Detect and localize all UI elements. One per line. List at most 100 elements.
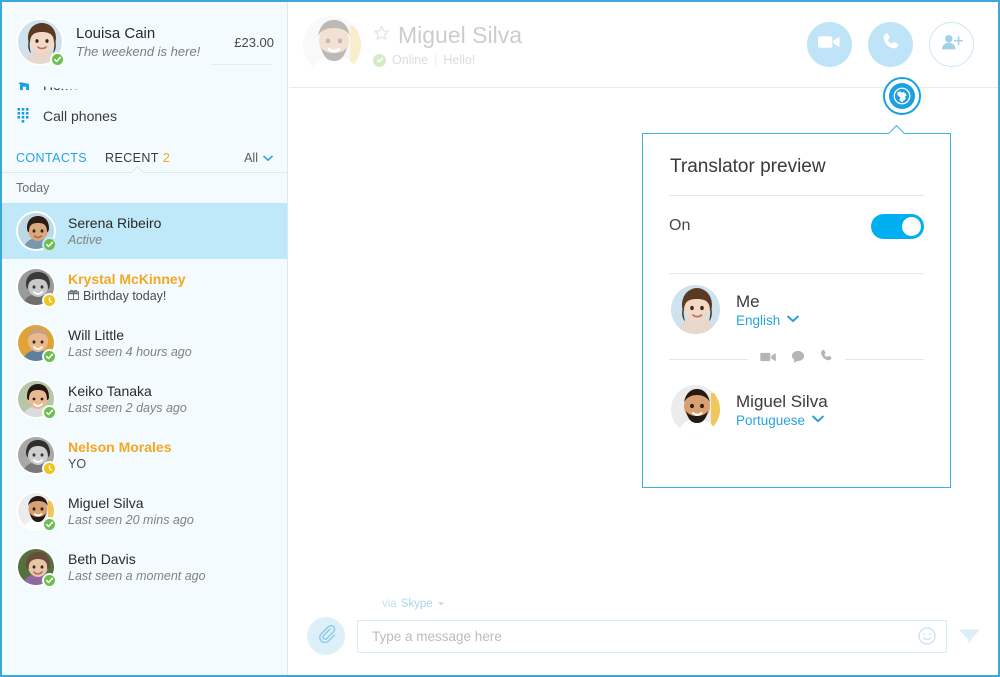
translator-contact-language-value: Portuguese — [736, 412, 806, 428]
translator-me-language-value: English — [736, 312, 781, 328]
chevron-down-icon — [812, 414, 824, 426]
translator-contact-language-dropdown[interactable]: Portuguese — [736, 413, 828, 428]
translator-me-row: Me English — [643, 274, 950, 344]
avatar[interactable] — [16, 18, 65, 67]
divider-line-left — [669, 358, 748, 360]
paperclip-icon — [317, 624, 336, 648]
tab-recent-badge: 2 — [162, 151, 171, 165]
avatar — [16, 267, 57, 308]
tab-recent[interactable]: RECENT 2 — [105, 151, 170, 165]
translator-mode-icons — [748, 349, 845, 369]
tab-contacts[interactable]: CONTACTS — [16, 151, 87, 165]
translator-toggle-label: On — [669, 217, 691, 234]
list-item[interactable]: Krystal McKinney Birthday today! — [2, 259, 287, 315]
sidebar-item-call-phones-label: Call phones — [43, 107, 117, 124]
skype-credit-balance[interactable]: £23.00 — [234, 35, 274, 50]
list-item[interactable]: Will Little Last seen 4 hours ago — [2, 315, 287, 371]
avatar — [16, 211, 57, 252]
sidebar: Louisa Cain The weekend is here! £23.00 … — [2, 2, 288, 675]
video-camera-icon[interactable] — [760, 350, 777, 368]
translator-toggle-switch[interactable] — [871, 213, 924, 239]
message-composer: via Skype — [289, 591, 998, 675]
contact-status: Last seen 4 hours ago — [68, 344, 192, 359]
translator-on-row: On — [643, 196, 950, 256]
phone-icon[interactable] — [819, 349, 833, 369]
tab-recent-label: RECENT — [105, 151, 159, 165]
attach-file-button[interactable] — [307, 617, 345, 655]
avatar — [16, 491, 57, 532]
day-separator: Today — [16, 181, 50, 195]
send-via-dropdown[interactable]: via Skype — [382, 598, 445, 610]
translator-toggle-button[interactable] — [883, 77, 921, 115]
add-people-button[interactable] — [929, 22, 974, 67]
chat-header: Miguel Silva Online | Hello! — [289, 2, 998, 88]
contact-status: Birthday today! — [68, 288, 185, 305]
toggle-knob — [902, 216, 921, 236]
avatar — [669, 382, 722, 436]
status-separator: | — [434, 53, 438, 67]
translator-me-language-dropdown[interactable]: English — [736, 312, 800, 328]
list-filter-label: All — [244, 151, 258, 165]
presence-online-icon — [42, 517, 57, 532]
my-profile-row[interactable]: Louisa Cain The weekend is here! £23.00 — [2, 10, 287, 74]
list-item[interactable]: Nelson Morales YO — [2, 427, 287, 483]
chat-contact-mood: Hello! — [443, 53, 476, 67]
list-item[interactable]: Miguel Silva Last seen 20 mins ago — [2, 483, 287, 539]
phone-icon — [880, 32, 901, 58]
contact-status: Last seen a moment ago — [68, 568, 206, 583]
contact-name: Krystal McKinney — [68, 270, 186, 287]
composer-row — [307, 617, 980, 655]
list-tabs: CONTACTS RECENT 2 All — [2, 131, 287, 165]
presence-online-icon — [42, 405, 57, 420]
skype-window: Louisa Cain The weekend is here! £23.00 … — [0, 0, 1000, 677]
chat-contact-info[interactable]: Miguel Silva Online | Hello! — [301, 13, 522, 76]
chevron-down-icon — [787, 314, 800, 326]
add-person-icon — [941, 33, 963, 56]
presence-online-icon — [42, 349, 57, 364]
list-item[interactable]: Keiko Tanaka Last seen 2 days ago — [2, 371, 287, 427]
panel-pointer — [886, 124, 906, 134]
contact-name: Keiko Tanaka — [68, 382, 152, 399]
video-call-button[interactable] — [807, 22, 852, 67]
contact-name: Nelson Morales — [68, 438, 172, 455]
contact-status-text: Birthday today! — [83, 288, 167, 303]
contact-status: Last seen 20 mins ago — [68, 512, 194, 527]
status-badge: Online — [392, 53, 429, 67]
audio-call-button[interactable] — [868, 22, 913, 67]
avatar — [669, 282, 722, 336]
message-input[interactable] — [372, 628, 918, 644]
contact-name: Will Little — [68, 326, 125, 343]
send-via-service: Skype — [400, 598, 433, 610]
video-camera-icon — [818, 34, 841, 55]
list-item[interactable]: Serena Ribeiro Active — [2, 203, 287, 259]
chat-pane: Miguel Silva Online | Hello! Translator … — [289, 2, 998, 675]
list-item[interactable]: Beth Davis Last seen a moment ago — [2, 539, 287, 595]
contact-status: YO — [68, 456, 87, 471]
translator-preview-panel: Translator preview On Me English Miguel … — [642, 133, 951, 488]
my-mood-message[interactable]: The weekend is here! — [76, 43, 228, 60]
star-icon[interactable] — [373, 25, 390, 47]
chat-contact-name-row: Miguel Silva — [373, 22, 522, 49]
translator-contact-name: Miguel Silva — [736, 391, 828, 411]
translator-me-name: Me — [736, 291, 760, 311]
presence-online-icon — [42, 573, 57, 588]
presence-away-icon — [42, 461, 57, 476]
globe-icon — [889, 83, 915, 109]
chat-contact-avatar — [301, 13, 363, 76]
list-filter-dropdown[interactable]: All — [244, 151, 273, 165]
contact-status: Active — [68, 232, 103, 247]
active-tab-notch — [130, 165, 144, 173]
send-via-prefix: via — [382, 598, 397, 610]
avatar — [16, 379, 57, 420]
avatar — [16, 323, 57, 364]
message-input-wrapper[interactable] — [357, 619, 947, 653]
presence-online-icon — [42, 237, 57, 252]
presence-online-icon — [373, 53, 386, 67]
dialpad-icon — [17, 108, 43, 123]
chat-bubble-icon[interactable] — [791, 350, 805, 369]
my-display-name: Louisa Cain — [76, 25, 156, 42]
send-button[interactable] — [959, 628, 980, 644]
tabs-underline — [2, 172, 287, 173]
sidebar-item-call-phones[interactable]: Call phones — [2, 100, 287, 131]
smiley-icon[interactable] — [918, 627, 936, 645]
